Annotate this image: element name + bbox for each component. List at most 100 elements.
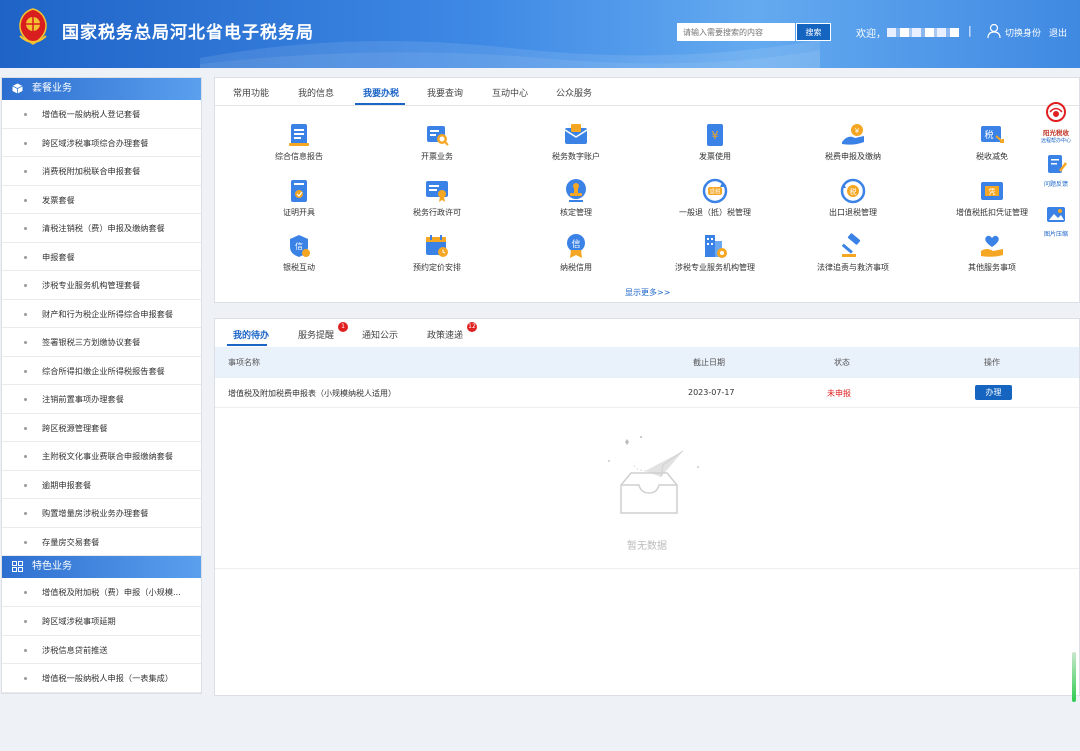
logo-line1: 阳光税收 xyxy=(1043,129,1069,137)
invoice-use-icon: ¥ xyxy=(707,124,723,146)
tab-my-todo[interactable]: 我的待办 xyxy=(233,328,269,341)
func-calendar[interactable]: 预约定价安排 xyxy=(382,233,492,273)
sidebar-item[interactable]: 跨区税源管理套餐 xyxy=(2,414,201,442)
tab-service-reminder[interactable]: 服务提醒 xyxy=(298,328,334,341)
func-label: 增值税抵扣凭证管理 xyxy=(956,208,1028,217)
page-scrollbar-thumb[interactable] xyxy=(1072,652,1076,702)
tax-payment-icon: ¥ xyxy=(842,124,864,145)
sidebar-item[interactable]: 增值税一般纳税人申报（一表集成） xyxy=(2,664,201,694)
sidebar-item[interactable]: 存量房交易套餐 xyxy=(2,528,201,556)
logout-link[interactable]: 退出 xyxy=(1049,26,1067,39)
image-compress-label: 图片压缩 xyxy=(1043,231,1068,238)
digital-account-icon xyxy=(564,124,588,144)
bank-tax-icon: 信 xyxy=(290,235,310,257)
func-label: 开票业务 xyxy=(421,152,453,161)
tab-notices[interactable]: 通知公示 xyxy=(362,328,398,341)
func-refund[interactable]: 退税 一般退（抵）税管理 xyxy=(660,178,770,218)
search-button[interactable]: 搜索 xyxy=(796,23,831,41)
stamp-icon xyxy=(566,179,586,202)
func-stamp[interactable]: 核定管理 xyxy=(521,178,631,218)
sidebar-item[interactable]: 发票套餐 xyxy=(2,186,201,214)
func-other-services[interactable]: 其他服务事项 xyxy=(937,233,1047,273)
sidebar-item[interactable]: 清税注销税（费）申报及缴纳套餐 xyxy=(2,214,201,243)
svg-text:退税: 退税 xyxy=(709,188,721,196)
sidebar-item[interactable]: 涉税信息贷前推送 xyxy=(2,636,201,665)
sidebar-section-title: 特色业务 xyxy=(32,561,72,572)
empty-inbox-icon xyxy=(608,436,699,514)
tab-interaction[interactable]: 互动中心 xyxy=(492,86,528,99)
func-voucher[interactable]: 凭 增值税抵扣凭证管理 xyxy=(937,178,1047,218)
sidebar-item[interactable]: 综合所得扣缴企业所得税报告套餐 xyxy=(2,357,201,385)
calendar-icon xyxy=(426,235,448,257)
permit-icon xyxy=(426,181,448,202)
func-export-refund[interactable]: 税 出口退税管理 xyxy=(798,178,908,218)
func-label: 证明开具 xyxy=(283,208,315,217)
func-label: 其他服务事项 xyxy=(968,263,1016,272)
svg-text:凭: 凭 xyxy=(989,187,996,196)
sidebar-item[interactable]: 主附税文化事业费联合申报缴纳套餐 xyxy=(2,442,201,471)
site-title: 国家税务总局河北省电子税务局 xyxy=(62,23,314,43)
tab-my-info[interactable]: 我的信息 xyxy=(298,86,334,99)
function-panel: 常用功能 我的信息 我要办税 我要查询 互动中心 公众服务 综合信息报告 开票业… xyxy=(214,77,1080,303)
tab-common[interactable]: 常用功能 xyxy=(233,86,269,99)
func-digital-account[interactable]: 税务数字账户 xyxy=(521,122,631,162)
remote-help-center[interactable]: 阳光税收 远程帮办中心 xyxy=(1036,101,1076,144)
sidebar-item[interactable]: 消费税附加税联合申报套餐 xyxy=(2,157,201,186)
func-tax-payment[interactable]: ¥ 税费申报及缴纳 xyxy=(798,122,908,162)
sidebar-section-featured[interactable]: 特色业务 xyxy=(2,556,201,578)
heart-hand-icon xyxy=(981,235,1003,257)
row-status: 未申报 xyxy=(827,389,851,398)
func-credit[interactable]: 信 纳税信用 xyxy=(521,233,631,273)
sunshine-tax-logo-icon xyxy=(1046,102,1066,122)
table-row: 增值税及附加税费申报表（小规模纳税人适用） 2023-07-17 未申报 办理 xyxy=(215,378,1079,408)
image-compress-icon xyxy=(1047,207,1065,222)
tab-query[interactable]: 我要查询 xyxy=(427,86,463,99)
func-report[interactable]: 综合信息报告 xyxy=(244,122,354,162)
sidebar-item[interactable]: 逾期申报套餐 xyxy=(2,471,201,499)
tax-relief-icon: 税 xyxy=(981,126,1004,143)
feedback-tool[interactable]: 问题反馈 xyxy=(1036,153,1076,188)
sidebar-item[interactable]: 注销前置事项办理套餐 xyxy=(2,385,201,414)
func-permit[interactable]: 税务行政许可 xyxy=(382,178,492,218)
handle-button[interactable]: 办理 xyxy=(975,385,1012,400)
func-label: 税费申报及缴纳 xyxy=(825,152,881,161)
active-tab-indicator xyxy=(227,344,267,346)
func-bank-tax[interactable]: 信 银税互动 xyxy=(244,233,354,273)
grid-icon xyxy=(12,561,23,572)
sidebar-item[interactable]: 增值税及附加税（费）申报（小规模... xyxy=(2,578,201,607)
svg-text:¥: ¥ xyxy=(855,127,860,135)
search-input[interactable] xyxy=(677,23,795,41)
sidebar-item[interactable]: 财产和行为税企业所得综合申报套餐 xyxy=(2,300,201,328)
func-invoice-issue[interactable]: 开票业务 xyxy=(382,122,492,162)
func-certificate[interactable]: 证明开具 xyxy=(244,178,354,218)
building-icon xyxy=(705,235,727,258)
image-compress-tool[interactable]: 图片压缩 xyxy=(1036,203,1076,238)
show-more-link[interactable]: 显示更多>> xyxy=(625,287,670,298)
col-deadline: 截止日期 xyxy=(693,358,725,367)
tab-policy-express[interactable]: 政策速递 xyxy=(427,328,463,341)
tab-public-service[interactable]: 公众服务 xyxy=(556,86,592,99)
sidebar-item[interactable]: 购置增量房涉税业务办理套餐 xyxy=(2,499,201,528)
func-tax-relief[interactable]: 税 税收减免 xyxy=(937,122,1047,162)
tab-handle-tax[interactable]: 我要办税 xyxy=(363,86,399,99)
func-label: 法律追责与救济事项 xyxy=(817,263,889,272)
empty-state-text: 暂无数据 xyxy=(627,541,667,552)
func-label: 银税互动 xyxy=(283,263,315,272)
user-icon xyxy=(987,23,1001,39)
sidebar-section-package[interactable]: 套餐业务 xyxy=(2,78,201,100)
sidebar-item[interactable]: 跨区域涉税事项延期 xyxy=(2,607,201,636)
feedback-icon xyxy=(1048,155,1067,173)
function-tabs: 常用功能 我的信息 我要办税 我要查询 互动中心 公众服务 xyxy=(215,78,1079,106)
invoice-issue-icon xyxy=(427,126,449,146)
sidebar-item[interactable]: 跨区域涉税事项综合办理套餐 xyxy=(2,129,201,157)
sidebar-item[interactable]: 增值税一般纳税人登记套餐 xyxy=(2,100,201,129)
tax-emblem-icon xyxy=(19,8,47,45)
func-label: 综合信息报告 xyxy=(275,152,323,161)
switch-identity-link[interactable]: 切换身份 xyxy=(1005,26,1041,39)
sidebar-item[interactable]: 签署银税三方划缴协议套餐 xyxy=(2,328,201,357)
sidebar-item[interactable]: 涉税专业服务机构管理套餐 xyxy=(2,271,201,300)
func-invoice-use[interactable]: ¥ 发票使用 xyxy=(660,122,770,162)
func-gavel[interactable]: 法律追责与救济事项 xyxy=(798,233,908,273)
func-building[interactable]: 涉税专业服务机构管理 xyxy=(660,233,770,273)
sidebar-item[interactable]: 申报套餐 xyxy=(2,243,201,271)
